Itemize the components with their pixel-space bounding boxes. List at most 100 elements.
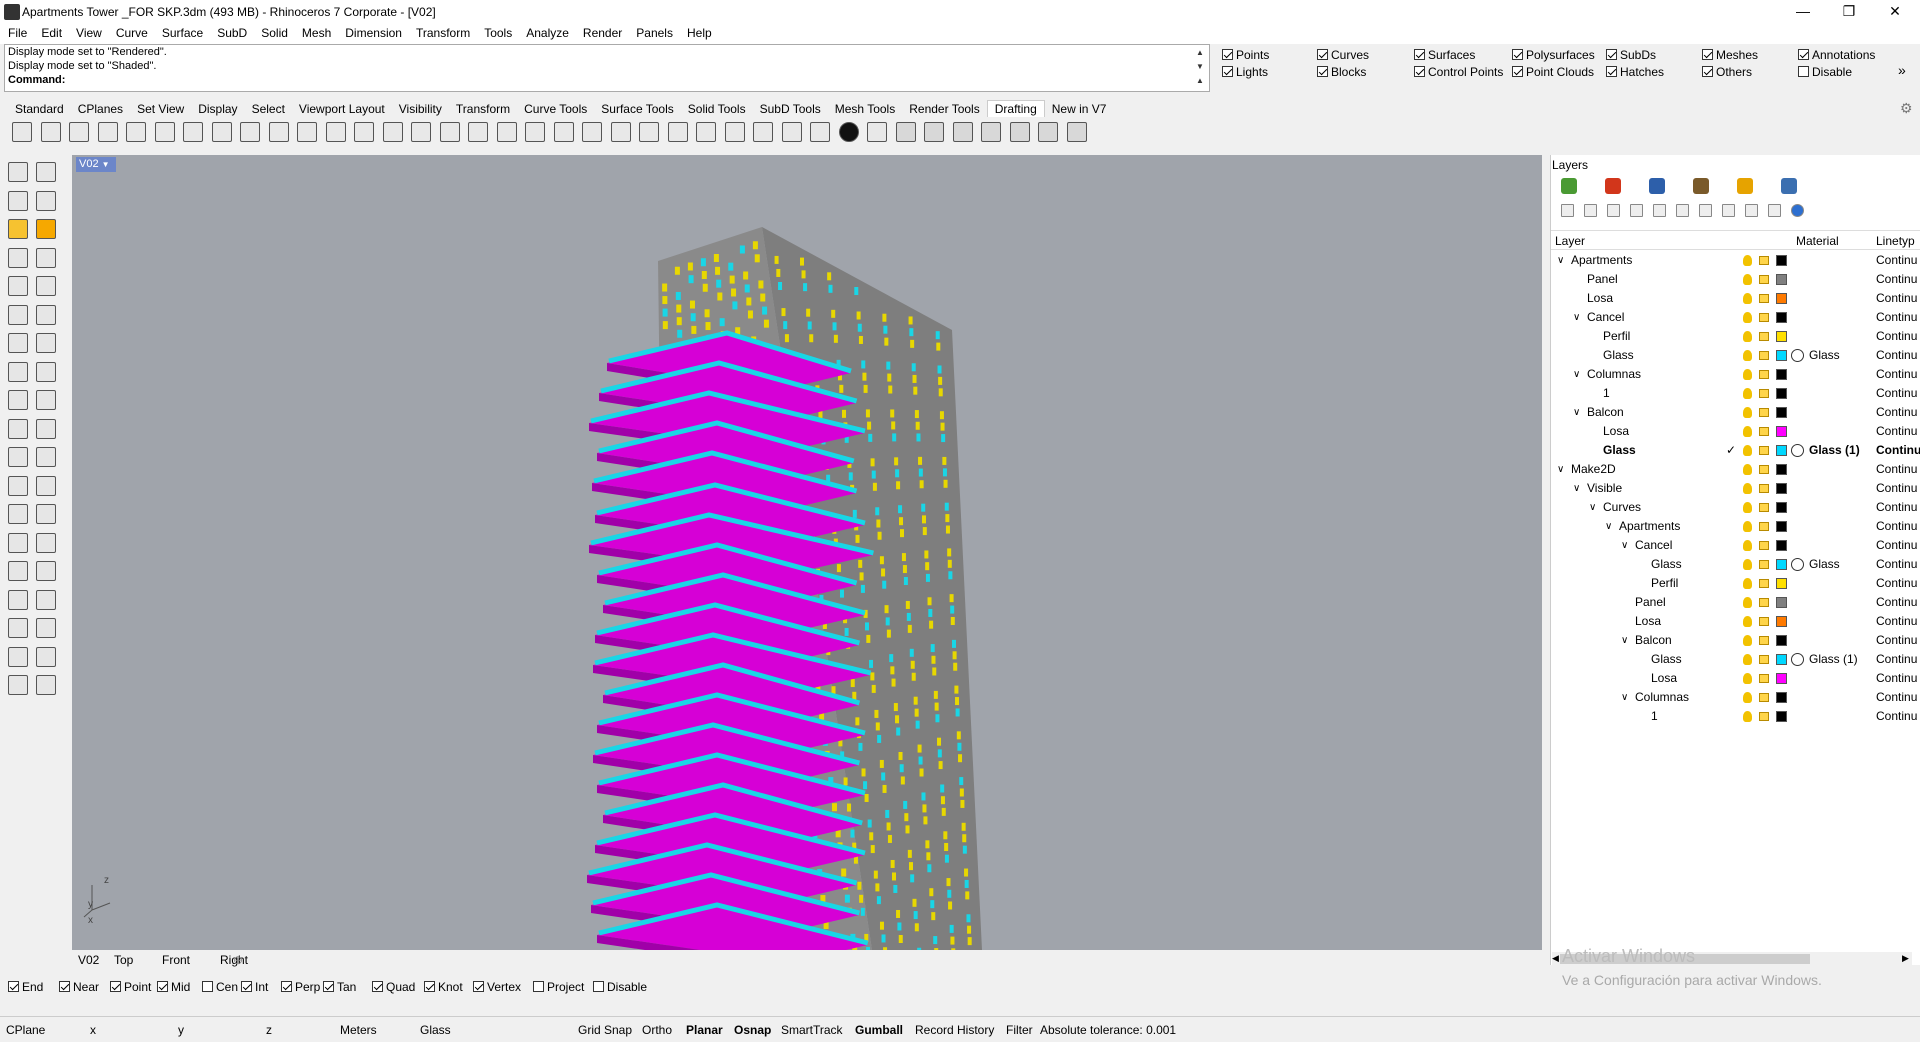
lock-icon[interactable] [1759,636,1769,645]
osnap-point[interactable]: Point [110,980,151,994]
tab-display[interactable]: Display [191,101,244,117]
modeling-tool-icon[interactable] [8,675,28,695]
status-planar[interactable]: Planar [686,1023,723,1037]
lock-icon[interactable] [1759,465,1769,474]
lightbulb-icon[interactable] [1743,407,1752,418]
modeling-tool-icon[interactable] [8,333,28,353]
drafting-tool-icon[interactable] [154,122,175,142]
drafting-tool-icon[interactable] [924,122,944,142]
drafting-tool-icon[interactable] [1038,122,1058,142]
lightbulb-icon[interactable] [1743,635,1752,646]
checkbox[interactable] [533,981,544,992]
layer-row[interactable]: ∨ Apartments Continu [1551,251,1920,270]
status-record-history[interactable]: Record History [915,1023,994,1037]
lock-icon[interactable] [1759,541,1769,550]
chevron-down-icon[interactable]: ▼ [102,160,110,169]
drafting-tool-icon[interactable] [183,122,203,142]
layer-color-swatch[interactable] [1776,426,1787,437]
layer-action-icon[interactable] [1768,204,1781,217]
column-layer[interactable]: Layer [1555,234,1585,248]
layer-row[interactable]: ∨ Columnas Continu [1551,688,1920,707]
modeling-tool-icon[interactable] [36,247,56,268]
layer-action-icon[interactable] [1791,204,1804,217]
lightbulb-icon[interactable] [1743,616,1752,627]
tab-set-view[interactable]: Set View [130,101,191,117]
layer-row[interactable]: 1 Continu [1551,707,1920,726]
checkbox[interactable] [241,981,252,992]
lock-icon[interactable] [1759,693,1769,702]
layer-row[interactable]: Panel Continu [1551,270,1920,289]
drafting-tool-icon[interactable] [496,122,517,142]
layer-row[interactable]: 1 Continu [1551,384,1920,403]
maximize-button[interactable]: ❐ [1826,0,1872,24]
lock-icon[interactable] [1759,560,1769,569]
menu-mesh[interactable]: Mesh [294,24,337,40]
layer-action-icon[interactable] [1630,204,1643,217]
layer-color-swatch[interactable] [1776,331,1787,342]
checkbox[interactable] [1512,49,1523,60]
modeling-tool-icon[interactable] [8,219,28,239]
lock-icon[interactable] [1759,617,1769,626]
drafting-tool-icon[interactable] [781,122,802,142]
lightbulb-icon[interactable] [1743,692,1752,703]
drafting-tool-icon[interactable] [582,122,602,142]
lock-icon[interactable] [1759,503,1769,512]
lightbulb-icon[interactable] [1743,369,1752,380]
column-linetype[interactable]: Linetyp [1876,234,1915,248]
layer-action-icon[interactable] [1722,204,1735,217]
lightbulb-icon[interactable] [1743,597,1752,608]
layer-color-swatch[interactable] [1776,673,1787,684]
tab-visibility[interactable]: Visibility [392,101,449,117]
tab-transform[interactable]: Transform [449,101,517,117]
filter-meshes[interactable]: Meshes [1702,48,1758,62]
drafting-tool-icon[interactable] [411,122,431,142]
drafting-tool-icon[interactable] [268,122,289,142]
drafting-tool-icon[interactable] [69,122,89,142]
drafting-tool-icon[interactable] [981,122,1001,142]
menu-edit[interactable]: Edit [33,24,68,40]
chevron-down-icon[interactable]: ∨ [1621,688,1628,707]
panel-tab-icon[interactable] [1781,178,1797,194]
checkbox[interactable] [59,981,70,992]
lock-icon[interactable] [1759,674,1769,683]
layer-row[interactable]: ∨ Visible Continu [1551,479,1920,498]
lock-icon[interactable] [1759,332,1769,341]
layer-action-icon[interactable] [1584,204,1597,217]
checkbox[interactable] [1702,66,1713,77]
layer-color-swatch[interactable] [1776,711,1787,722]
layer-color-swatch[interactable] [1776,578,1787,589]
lock-icon[interactable] [1759,522,1769,531]
layer-color-swatch[interactable] [1776,274,1787,285]
minimize-button[interactable]: — [1780,0,1826,24]
layer-color-swatch[interactable] [1776,616,1787,627]
command-scroll[interactable]: ▲ ▼ ▲ [1196,46,1208,90]
modeling-tool-icon[interactable] [8,475,28,496]
layer-action-icon[interactable] [1561,204,1574,217]
filter-more-icon[interactable]: » [1898,62,1906,78]
checkbox[interactable] [372,981,383,992]
tab-select[interactable]: Select [245,101,292,117]
lightbulb-icon[interactable] [1743,483,1752,494]
modeling-tool-icon[interactable] [36,589,56,610]
lightbulb-icon[interactable] [1743,426,1752,437]
lock-icon[interactable] [1759,712,1769,721]
tab-drafting[interactable]: Drafting [986,100,1045,117]
lock-icon[interactable] [1759,370,1769,379]
lock-icon[interactable] [1759,484,1769,493]
panel-tab-icon[interactable] [1737,178,1753,194]
modeling-tool-icon[interactable] [8,618,28,638]
command-prompt[interactable]: Command: [5,73,1209,87]
layer-row[interactable]: Glass Glass (1) Continu [1551,650,1920,669]
menu-curve[interactable]: Curve [108,24,154,40]
modeling-tool-icon[interactable] [8,390,28,410]
checkbox[interactable] [1222,49,1233,60]
layer-color-swatch[interactable] [1776,483,1787,494]
checkbox[interactable] [1798,66,1809,77]
checkbox[interactable] [1512,66,1523,77]
menu-analyze[interactable]: Analyze [518,24,575,40]
checkbox[interactable] [1414,49,1425,60]
chevron-down-icon[interactable]: ∨ [1557,251,1564,270]
menu-dimension[interactable]: Dimension [337,24,408,40]
drafting-tool-icon[interactable] [810,122,830,142]
tab-cplanes[interactable]: CPlanes [71,101,130,117]
